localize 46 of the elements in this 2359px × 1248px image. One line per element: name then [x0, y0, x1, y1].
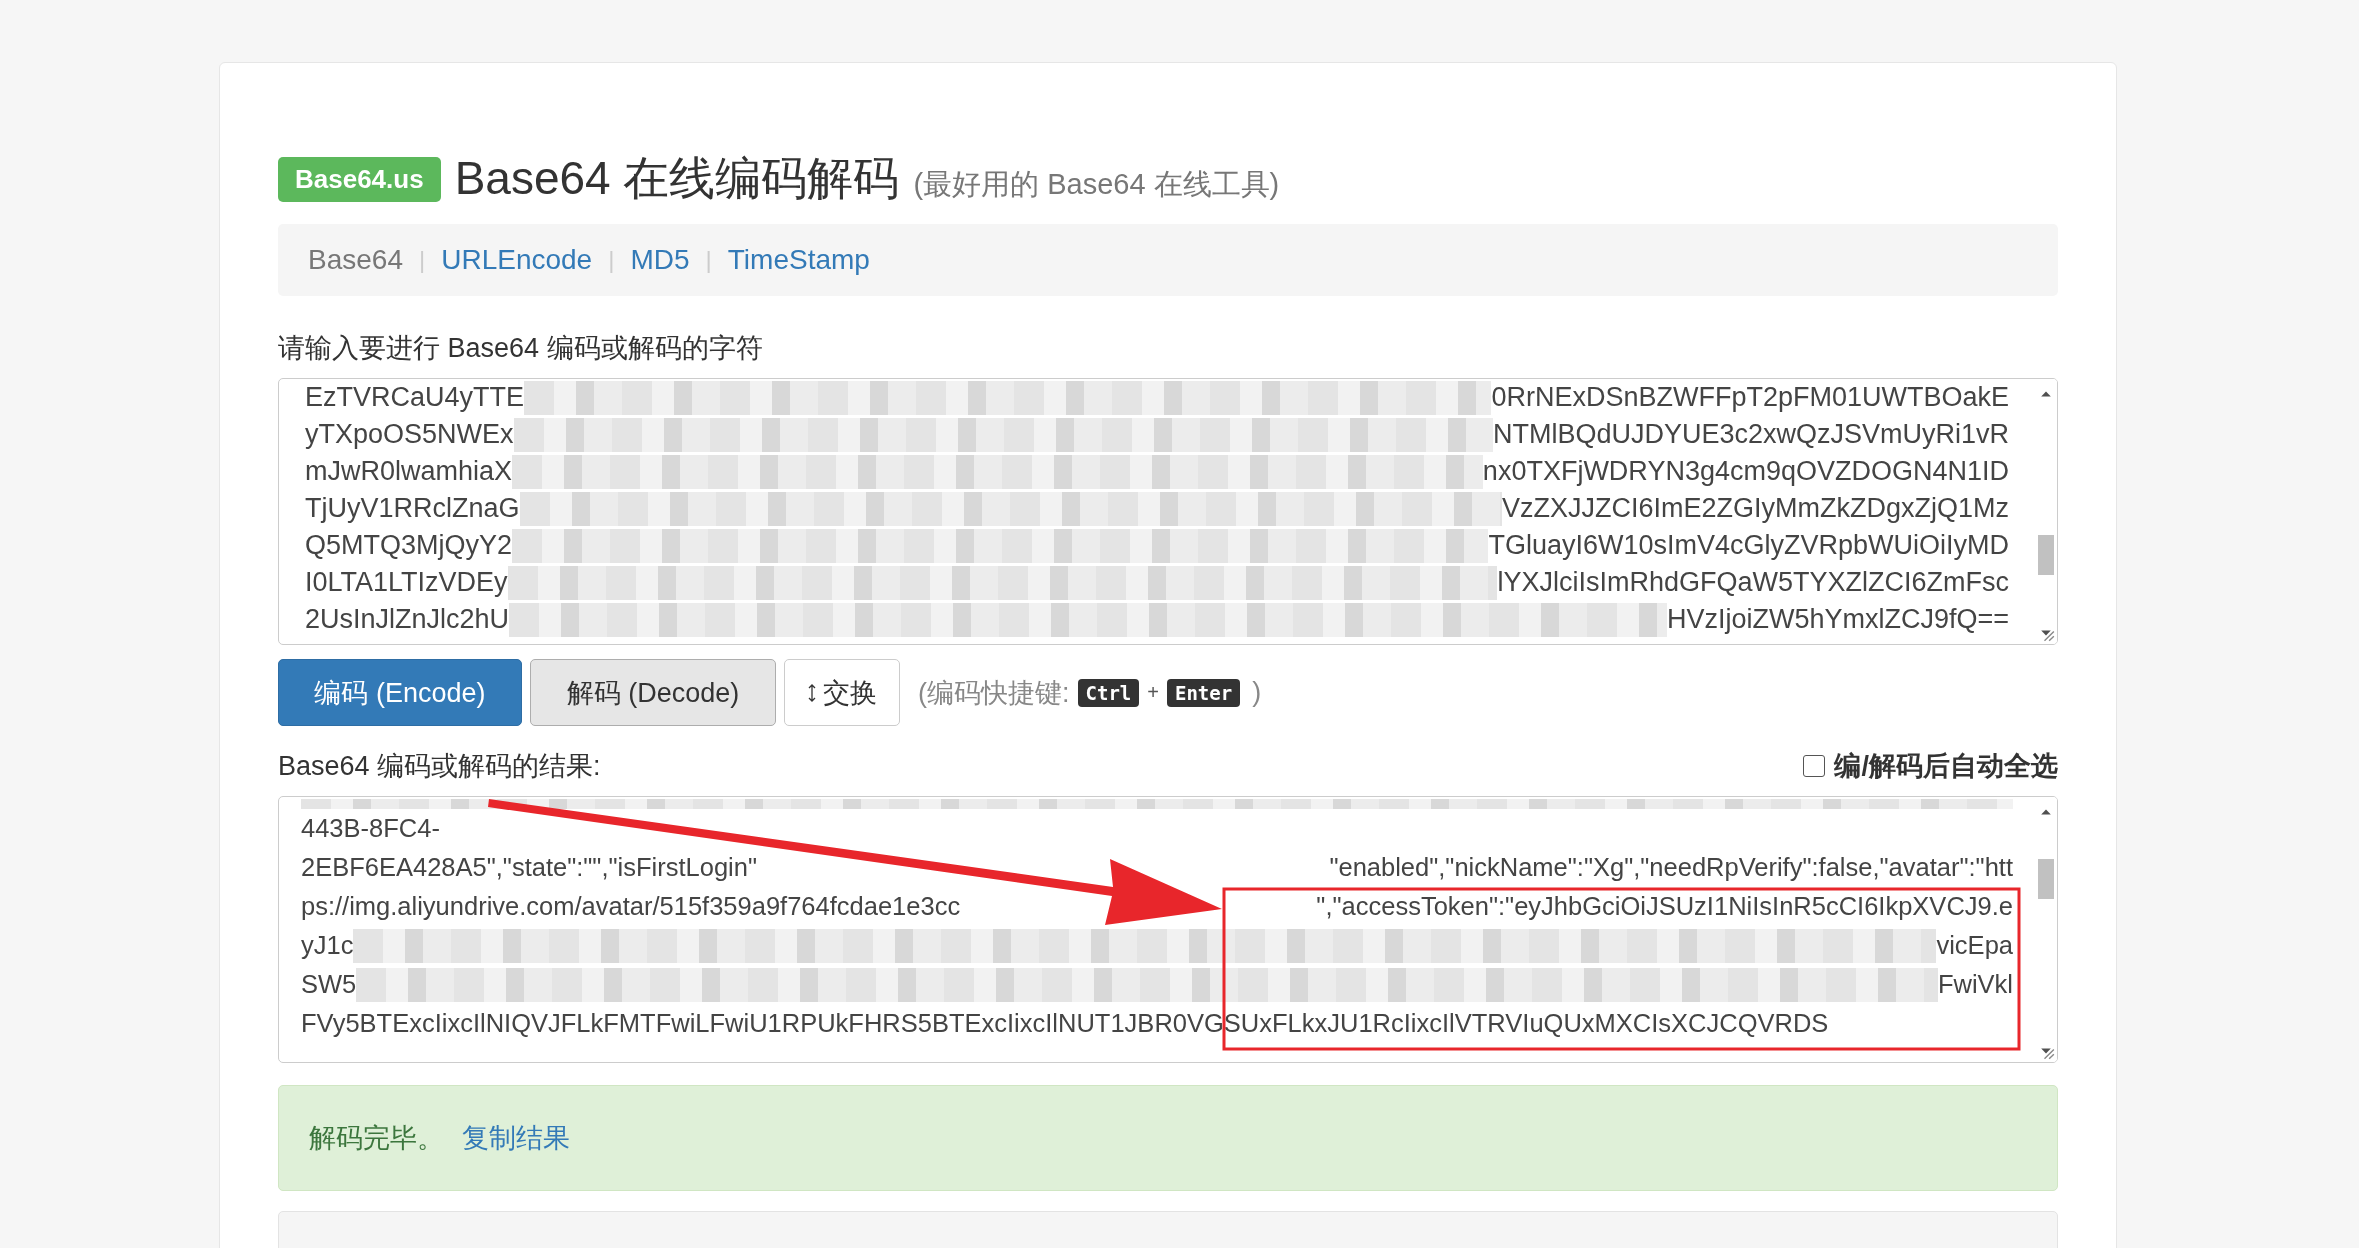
- nav-link[interactable]: MD5: [630, 244, 690, 276]
- nav-link[interactable]: TimeStamp: [727, 244, 870, 276]
- text-line: TGluayI6W10sImV4cGlyZVRpbWUiOiIyMD: [1488, 529, 2009, 562]
- text-line: SW5: [301, 969, 357, 1000]
- text-line: nx0TXFjWDRYN3g4cm9qOVZDOGN4N1ID: [1482, 455, 2009, 488]
- action-button[interactable]: 交换: [784, 659, 900, 726]
- text-line: TjUyV1RRclZnaG: [305, 492, 520, 525]
- shortcut-hint: ): [1252, 677, 1262, 708]
- text-line: EzTVRCaU4yTTE: [305, 381, 525, 414]
- logo-badge: Base64.us: [278, 157, 441, 202]
- page-title: Base64 在线编码解码: [454, 151, 900, 206]
- checkbox-label: 编/解码后自动全选: [1834, 750, 2058, 783]
- text-line: ps://img.aliyundrive.com/avatar/515f359a9f764fcdae1e3cc: [301, 891, 961, 922]
- text-line: 443B-8FC4-: [301, 813, 440, 844]
- nav-separator: |: [608, 246, 615, 274]
- key-badge: Ctrl: [1077, 678, 1140, 707]
- text-line: 0RrNExDSnBZWFFpT2pFM01UWTBOakE: [1491, 381, 2009, 414]
- nav-link[interactable]: URLEncode: [441, 244, 593, 276]
- text-line: lYXJlciIsImRhdGFQaW5TYXZlZCI6ZmFsc: [1497, 566, 2009, 599]
- plus-sign: +: [1147, 681, 1159, 704]
- text-line: FwiVkl: [1937, 969, 2013, 1000]
- copy-link[interactable]: 复制结果: [462, 1120, 570, 1156]
- text-line: mJwR0lwamhiaX: [305, 455, 513, 488]
- input-label: 请输入要进行 Base64 编码或解码的字符: [278, 332, 764, 365]
- status-message: 解码完毕。: [309, 1122, 444, 1155]
- text-line: HVzIjoiZW5hYmxlZCJ9fQ==: [1666, 603, 2009, 636]
- shortcut-hint: (编码快捷键:: [918, 676, 1070, 710]
- page-subtitle: (最好用的 Base64 在线工具): [913, 167, 1280, 202]
- text-line: 2EBF6EA428A5","state":"","isFirstLogin": [301, 852, 757, 883]
- text-line: Q5MTQ3MjQyY2: [305, 529, 513, 562]
- text-line: yJ1c: [301, 930, 354, 961]
- text-line: yTXpoOS5NWEx: [305, 418, 514, 451]
- nav-separator: |: [705, 246, 712, 274]
- result-label: Base64 编码或解码的结果:: [278, 750, 601, 783]
- text-line: I0LTA1LTIzVDEy: [305, 566, 508, 599]
- action-button[interactable]: 编码 (Encode): [278, 659, 522, 726]
- action-button[interactable]: 解码 (Decode): [530, 659, 776, 726]
- nav-link[interactable]: Base64: [308, 244, 403, 276]
- key-badge: Enter: [1166, 678, 1241, 707]
- text-line: NTMlBQdUJDYUE3c2xwQzJSVmUyRi1vR: [1492, 418, 2009, 451]
- text-line: 2UsInJlZnJlc2hU: [305, 603, 510, 636]
- nav-separator: |: [418, 246, 426, 274]
- text-line: vicEpa: [1936, 930, 2013, 961]
- text-line: VzZXJJZCI6ImE2ZGIyMmZkZDgxZjQ1Mz: [1502, 492, 2009, 525]
- text-line: ","accessToken":"eyJhbGciOiJSUzI1NiIsInR5cCI6IkpXVCJ9.e: [1316, 891, 2013, 922]
- text-line: "enabled","nickName":"Xg","needRpVerify":false,"avatar":"htt: [1329, 852, 2013, 883]
